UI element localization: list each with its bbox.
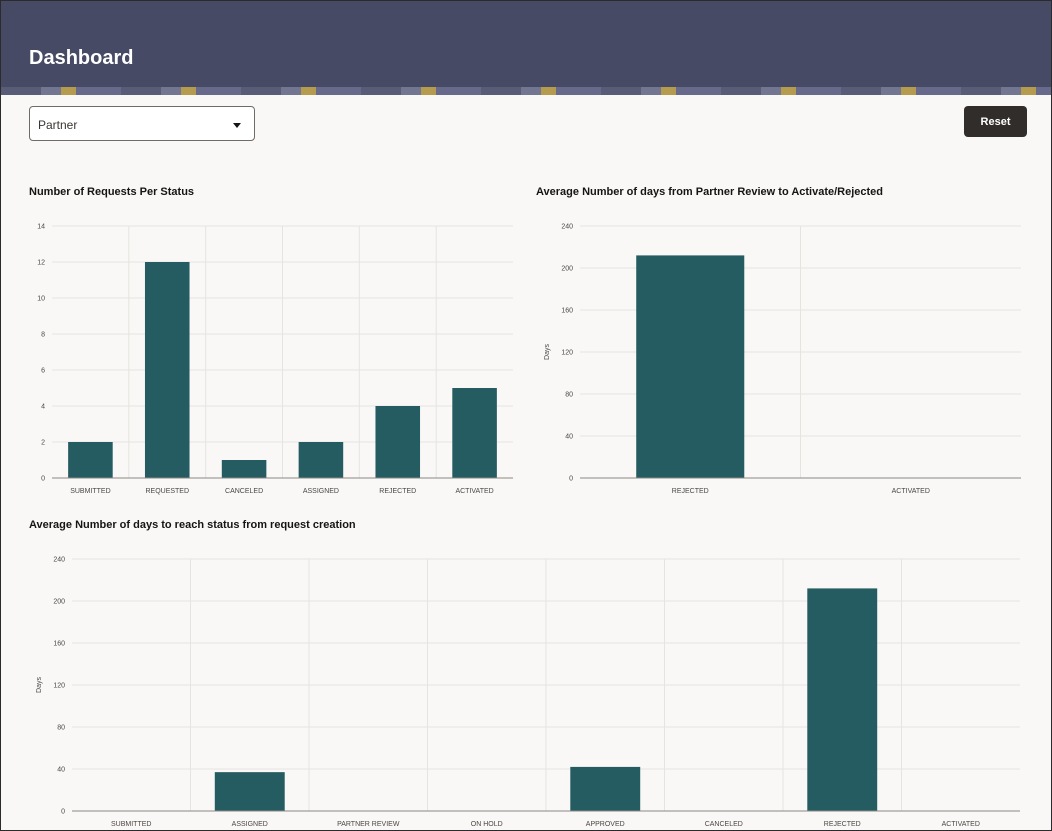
x-tick-label: APPROVED [586, 821, 625, 828]
y-tick-label: 120 [53, 683, 65, 690]
x-tick-label: SUBMITTED [111, 821, 151, 828]
days-to-status-chart: 0 40 80 120 160 200 240 SUBMITTED ASSIGNED PARTNE… [36, 557, 1020, 828]
x-tick-label: ON HOLD [471, 821, 503, 828]
y-tick-label: 240 [53, 557, 65, 564]
y-tick-label: 40 [57, 767, 65, 774]
dashboard-page: Dashboard Partner Reset Number of Reques… [0, 0, 1052, 831]
y-tick-label: 80 [57, 725, 65, 732]
y-tick-label: 200 [53, 599, 65, 606]
y-axis-title: Days [36, 677, 43, 693]
x-tick-label: ASSIGNED [232, 821, 268, 828]
y-tick-label: 0 [61, 809, 65, 816]
bar-assigned [214, 772, 285, 811]
bar-rejected [807, 588, 878, 811]
x-tick-label: PARTNER REVIEW [337, 821, 400, 828]
y-tick-label: 160 [53, 641, 65, 648]
x-tick-label: ACTIVATED [942, 821, 980, 828]
bar-approved [570, 766, 641, 811]
x-tick-label: REJECTED [824, 821, 861, 828]
x-tick-label: CANCELED [705, 821, 743, 828]
